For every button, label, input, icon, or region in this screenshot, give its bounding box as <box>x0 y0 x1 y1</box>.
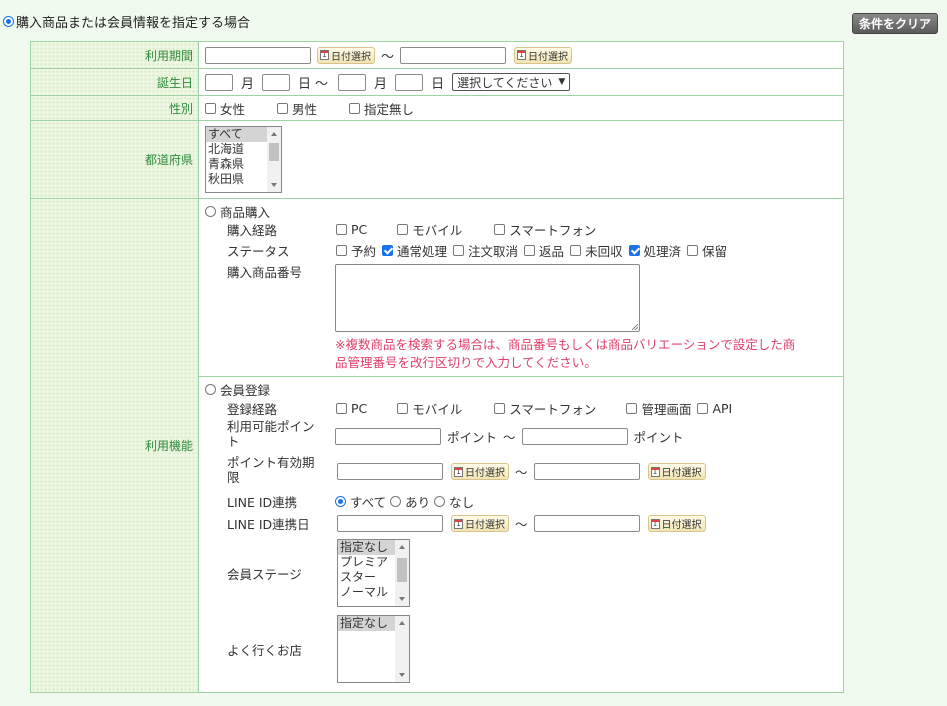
line-date-to-calendar-button[interactable]: 1 日付選択 <box>647 515 706 532</box>
mode-label: 購入商品または会員情報を指定する場合 <box>16 16 251 31</box>
scroll-down-icon[interactable] <box>399 597 405 601</box>
scroll-up-icon[interactable] <box>271 132 277 136</box>
search-form-table: 利用期間 1 日付選択 ～ 1 日付選択 誕生日 月 日 ～ 月 日 選択してく… <box>30 41 844 693</box>
product-number-note-line2: 品管理番号を改行区切りで入力してください。 <box>335 355 597 370</box>
point-expiry-to-input[interactable] <box>533 463 640 480</box>
member-stage-label: 会員ステージ <box>227 567 302 582</box>
registration-channel-label: 登録経路 <box>227 402 278 417</box>
status-cancel-checkbox[interactable] <box>453 245 465 256</box>
gender-female-checkbox[interactable] <box>205 102 216 114</box>
mode-radio[interactable] <box>3 16 14 27</box>
scrollbar[interactable] <box>395 540 409 606</box>
status-normal-checkbox[interactable] <box>382 245 394 256</box>
line-no-radio[interactable] <box>434 496 446 507</box>
reg-channel-admin-checkbox[interactable] <box>626 403 638 414</box>
calendar-icon: 1 <box>454 466 463 477</box>
member-option[interactable]: 会員登録 <box>205 380 270 399</box>
chevron-down-icon: ▼ <box>558 77 566 87</box>
member-stage-listbox[interactable]: 指定なし プレミア スター ノーマル <box>337 539 410 607</box>
gender-none-checkbox[interactable] <box>349 102 361 114</box>
birthday-to-month-input[interactable] <box>338 73 367 91</box>
status-reserve-checkbox[interactable] <box>336 245 347 256</box>
purchase-section: 商品購入 購入経路 PC モバイル スマートフォン ステータス 予約 通常処理 <box>199 199 843 377</box>
member-radio[interactable] <box>205 384 216 395</box>
member-section: 会員登録 登録経路 PC モバイル スマートフォン 管理画面 API 利用可能ポ <box>199 377 843 692</box>
scrollbar[interactable] <box>267 127 281 192</box>
scroll-up-icon[interactable] <box>399 545 405 549</box>
status-uncollected-checkbox[interactable] <box>570 245 582 256</box>
point-expiry-to-calendar-button[interactable]: 1 日付選択 <box>647 463 706 480</box>
prefecture-listbox[interactable]: すべて 北海道 青森県 秋田県 <box>205 126 282 193</box>
points-from-input[interactable] <box>335 428 441 445</box>
mode-selector[interactable]: 購入商品または会員情報を指定する場合 <box>3 12 250 31</box>
point-expiry-from-calendar-button[interactable]: 1 日付選択 <box>451 463 509 480</box>
gender-male-checkbox[interactable] <box>277 102 289 114</box>
points-to-input[interactable] <box>521 428 628 445</box>
clear-conditions-button[interactable]: 条件をクリア <box>852 13 938 34</box>
favorite-shop-listbox[interactable]: 指定なし <box>337 615 410 683</box>
usage-period-to-input[interactable] <box>400 46 507 64</box>
favorite-shop-label: よく行くお店 <box>227 643 303 658</box>
product-number-label: 購入商品番号 <box>227 265 303 280</box>
purchase-status-label: ステータス <box>227 244 290 259</box>
scroll-down-icon[interactable] <box>271 183 277 187</box>
calendar-icon: 1 <box>454 518 463 529</box>
product-number-textarea[interactable] <box>335 264 640 332</box>
purchase-channel-smartphone-checkbox[interactable] <box>494 224 506 235</box>
calendar-icon: 1 <box>650 518 660 529</box>
line-date-from-calendar-button[interactable]: 1 日付選択 <box>451 515 509 532</box>
purchase-channel-label: 購入経路 <box>227 223 278 238</box>
usage-period-from-calendar-button[interactable]: 1 日付選択 <box>317 46 375 64</box>
line-all-radio[interactable] <box>335 496 346 507</box>
reg-channel-smartphone-checkbox[interactable] <box>494 403 506 414</box>
line-yes-radio[interactable] <box>390 496 402 507</box>
reg-channel-mobile-checkbox[interactable] <box>397 403 409 414</box>
product-number-note-line1: ※複数商品を検索する場合は、商品番号もしくは商品バリエーションで設定した商 <box>335 337 796 352</box>
scroll-up-icon[interactable] <box>399 621 405 625</box>
line-link-label: LINE ID連携 <box>227 495 298 510</box>
scrollbar[interactable] <box>395 616 409 682</box>
purchase-channel-mobile-checkbox[interactable] <box>397 224 409 235</box>
line-date-to-input[interactable] <box>533 515 640 532</box>
usage-period-label: 利用期間 <box>30 41 199 69</box>
usage-period-to-calendar-button[interactable]: 1 日付選択 <box>514 46 573 64</box>
point-expiry-from-input[interactable] <box>337 463 443 480</box>
birthday-select[interactable]: 選択してください ▼ <box>452 73 571 91</box>
birthday-to-day-input[interactable] <box>395 73 424 91</box>
birthday-from-month-input[interactable] <box>205 73 233 91</box>
reg-channel-pc-checkbox[interactable] <box>336 403 347 414</box>
purchase-channel-pc-checkbox[interactable] <box>336 224 347 235</box>
birthday-label: 誕生日 <box>30 68 199 96</box>
status-hold-checkbox[interactable] <box>687 245 699 256</box>
birthday-from-day-input[interactable] <box>262 73 291 91</box>
status-processed-checkbox[interactable] <box>628 245 640 256</box>
calendar-icon: 1 <box>320 50 329 60</box>
line-link-date-label: LINE ID連携日 <box>227 517 310 532</box>
calendar-icon: 1 <box>650 466 660 477</box>
point-expiry-label: ポイント有効期 限 <box>227 455 315 485</box>
gender-label: 性別 <box>30 95 199 121</box>
purchase-option[interactable]: 商品購入 <box>205 202 270 221</box>
scroll-down-icon[interactable] <box>399 673 405 677</box>
reg-channel-api-checkbox[interactable] <box>697 403 709 414</box>
purchase-radio[interactable] <box>205 206 216 217</box>
calendar-icon: 1 <box>517 50 527 60</box>
usage-period-from-input[interactable] <box>205 46 311 64</box>
feature-label: 利用機能 <box>30 198 199 693</box>
prefecture-label: 都道府県 <box>30 120 199 199</box>
available-points-label: 利用可能ポイン ト <box>227 419 315 449</box>
status-return-checkbox[interactable] <box>524 245 536 256</box>
line-date-from-input[interactable] <box>337 515 443 532</box>
